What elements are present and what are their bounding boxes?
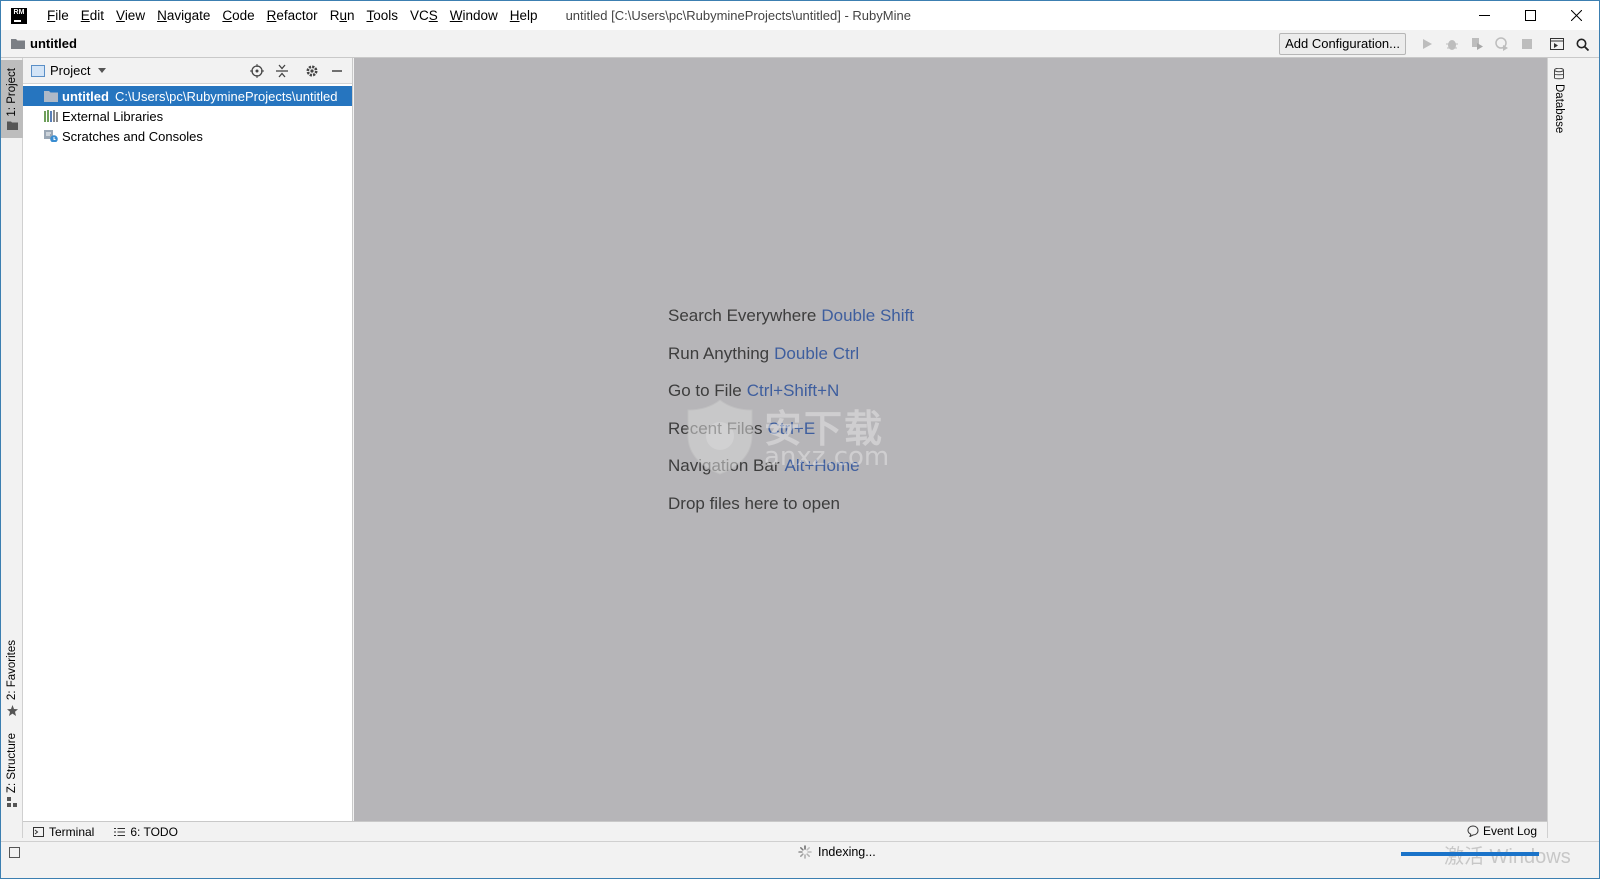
event-log-icon [1467,825,1479,837]
watermark-text-url: anxz.com [764,442,890,472]
star-icon [6,704,18,716]
todo-list-icon [114,827,126,836]
project-panel-tools [243,60,348,82]
tree-row-project-root[interactable]: untitled C:\Users\pc\RubymineProjects\un… [23,86,352,106]
editor-empty-area[interactable]: Search Everywhere Double Shift Run Anythi… [354,58,1547,821]
indexing-progress-bar[interactable] [1401,852,1539,856]
run-icon[interactable] [1416,33,1438,55]
left-tool-stripe: 1: Project 2: Favorites Z: Structure [1,58,23,838]
gear-icon[interactable] [301,60,323,82]
menu-refactor[interactable]: Refactor [261,1,324,30]
menu-window[interactable]: Window [444,1,504,30]
collapse-all-icon[interactable] [271,60,293,82]
status-bar: Indexing... 激活 Windows [1,841,1599,878]
project-root-path: C:\Users\pc\RubymineProjects\untitled [114,88,338,104]
minimize-icon [1478,15,1490,16]
debug-icon[interactable] [1441,33,1463,55]
database-icon [1554,68,1564,80]
tab-todo-label: 6: TODO [130,824,178,839]
stop-icon[interactable] [1516,33,1538,55]
ide-window: RM File Edit View Navigate Code Refactor… [0,0,1600,879]
project-view-selector[interactable]: Project [50,63,90,78]
close-icon [1570,10,1582,21]
folder-icon [44,91,58,102]
title-bar: RM File Edit View Navigate Code Refactor… [1,1,1599,30]
tab-favorites-label: 2: Favorites [6,640,18,701]
logo-text: RM [13,8,25,16]
run-with-coverage-icon[interactable] [1466,33,1488,55]
menu-file[interactable]: File [41,1,75,30]
tree-row-external-libraries[interactable]: External Libraries [23,106,352,126]
library-icon [44,110,58,122]
tab-event-log[interactable]: Event Log [1467,824,1537,838]
menu-code[interactable]: Code [216,1,260,30]
tree-row-scratches[interactable]: Scratches and Consoles [23,126,352,146]
menu-bar: File Edit View Navigate Code Refactor Ru… [41,1,544,30]
tab-structure-label: Z: Structure [6,732,18,794]
hide-panel-icon[interactable] [326,60,348,82]
project-panel-header: Project [23,58,352,84]
minimize-button[interactable] [1461,1,1507,30]
folder-icon [6,121,18,130]
maximize-icon [1524,10,1536,21]
tab-project-label: 1: Project [6,68,18,117]
right-tool-stripe: Database [1547,58,1569,838]
profile-icon[interactable] [1491,33,1513,55]
project-structure-icon[interactable] [1546,33,1568,55]
close-button[interactable] [1553,1,1599,30]
tab-favorites[interactable]: 2: Favorites [1,638,23,718]
project-view-icon [31,64,45,77]
run-toolbar: Add Configuration... [1279,32,1593,56]
maximize-button[interactable] [1507,1,1553,30]
add-configuration-button[interactable]: Add Configuration... [1279,33,1406,55]
spinner-icon [798,845,812,859]
indexing-status[interactable]: Indexing... [798,845,876,859]
watermark-logo: 安下载 anxz.com [680,396,895,476]
tab-project[interactable]: 1: Project [1,60,23,138]
tab-database-label: Database [1553,84,1565,134]
scratches-label: Scratches and Consoles [62,128,203,144]
menu-tools[interactable]: Tools [360,1,404,30]
breadcrumb-project[interactable]: untitled [30,36,77,51]
project-root-name: untitled [62,88,109,104]
navigation-bar: untitled Add Configuration... [1,30,1599,58]
window-title: untitled [C:\Users\pc\RubymineProjects\u… [565,8,911,23]
tab-terminal[interactable]: Terminal [33,825,94,839]
locate-icon[interactable] [246,60,268,82]
menu-navigate[interactable]: Navigate [151,1,216,30]
hint-search-everywhere: Search Everywhere Double Shift [668,306,914,325]
window-controls [1461,1,1599,30]
tab-structure[interactable]: Z: Structure [1,730,23,810]
chevron-down-icon[interactable] [98,68,107,73]
menu-vcs[interactable]: VCS [404,1,444,30]
structure-icon [7,797,17,808]
scratches-icon [44,130,58,142]
menu-run[interactable]: Run [324,1,361,30]
rubymine-logo-icon: RM [11,7,27,24]
watermark-shield-icon [687,399,753,475]
menu-edit[interactable]: Edit [75,1,110,30]
indexing-label: Indexing... [818,845,876,859]
tab-todo[interactable]: 6: TODO [114,825,178,839]
terminal-icon [33,826,44,837]
folder-icon [11,39,25,49]
bottom-tool-bar: Terminal 6: TODO Event Log [23,821,1547,841]
toggle-tool-windows-icon[interactable] [9,847,20,858]
menu-help[interactable]: Help [504,1,544,30]
project-panel: Project untitled C:\Users\pc\RubyminePro… [23,58,353,838]
hint-run-anything: Run Anything Double Ctrl [668,343,860,363]
tab-database[interactable]: Database [1548,68,1570,133]
search-icon[interactable] [1571,33,1593,55]
tab-event-log-label: Event Log [1482,824,1537,838]
menu-view[interactable]: View [110,1,151,30]
external-libraries-label: External Libraries [62,108,164,124]
tab-terminal-label: Terminal [49,824,95,839]
hint-drop-files: Drop files here to open [668,493,840,513]
